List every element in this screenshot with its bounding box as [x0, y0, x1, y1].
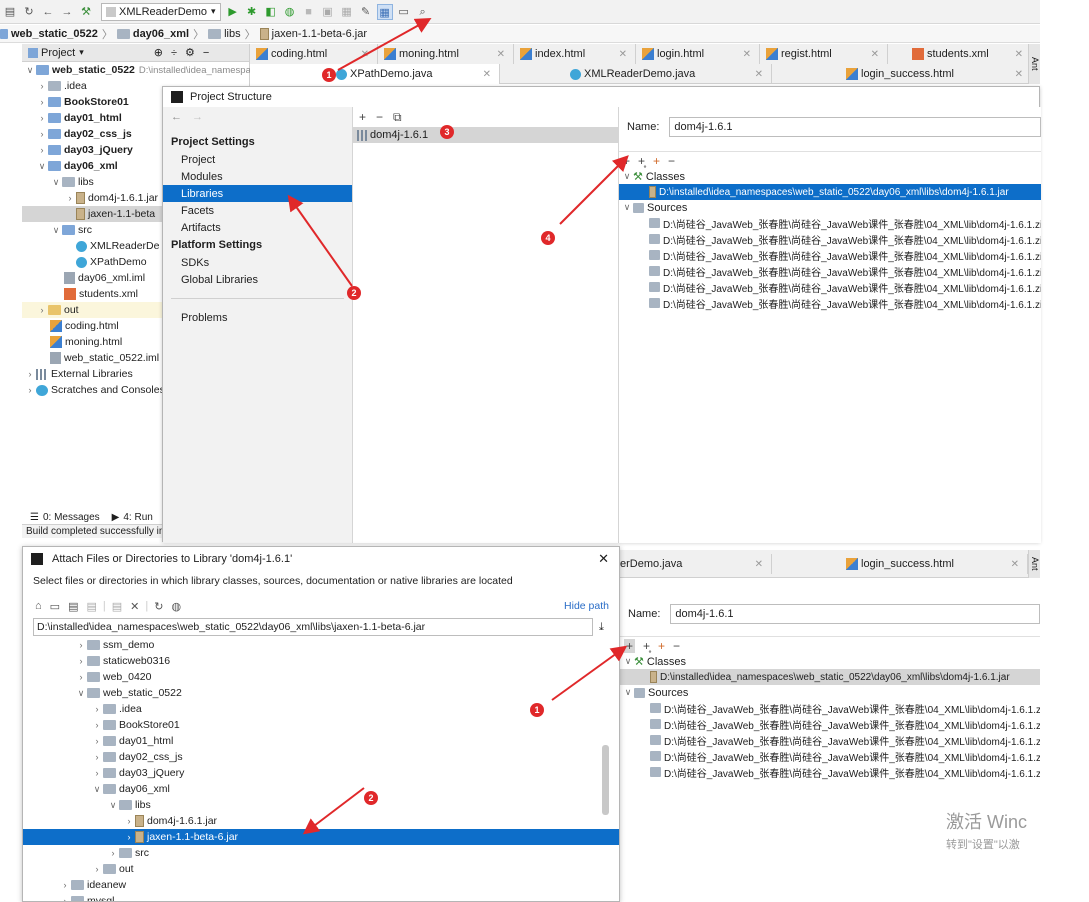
step-badge-2-bottom: 2	[364, 791, 378, 805]
arrow-4-top	[559, 155, 629, 225]
step-badge-1-bottom: 1	[530, 703, 544, 717]
arrow-1-bottom	[551, 645, 628, 701]
arrow-2-bottom	[302, 787, 365, 835]
step-badge-1-top: 1	[322, 68, 336, 82]
step-badge-3-top: 3	[440, 125, 454, 139]
annotation-arrows	[287, 18, 629, 835]
arrow-2-top	[287, 194, 353, 287]
step-badge-2-top: 2	[347, 286, 361, 300]
arrow-1-top	[337, 18, 432, 71]
step-badge-4-top: 4	[541, 231, 555, 245]
